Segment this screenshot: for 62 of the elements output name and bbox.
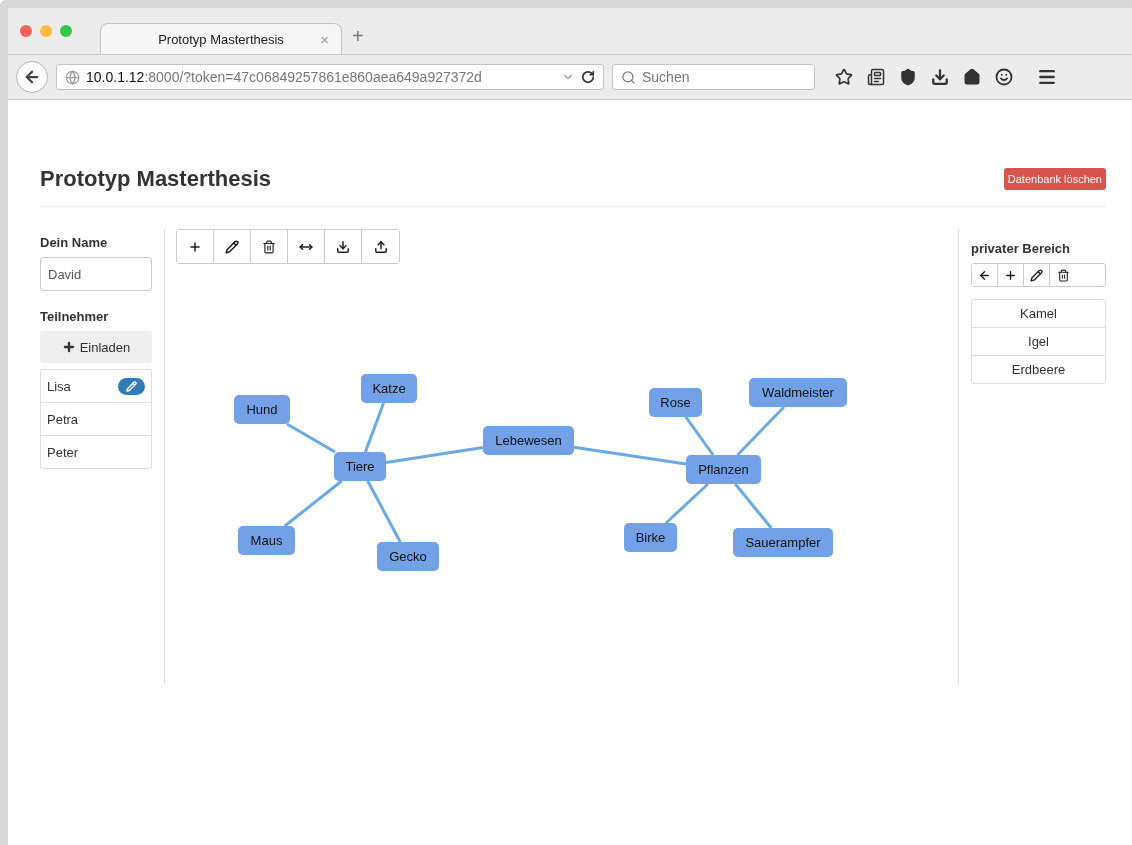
toolbar-button[interactable]: [972, 264, 998, 286]
graph-node[interactable]: Maus: [238, 526, 295, 555]
graph-node[interactable]: Pflanzen: [686, 455, 761, 484]
edge-line: [734, 483, 773, 529]
participant-row[interactable]: Peter: [41, 436, 151, 468]
edge-line: [366, 480, 402, 543]
smiley-icon[interactable]: [995, 68, 1013, 86]
pencil-icon: [225, 239, 239, 254]
delete-database-button[interactable]: Datenbank löschen: [1003, 168, 1106, 190]
participant-row[interactable]: Petra: [41, 403, 151, 436]
reader-icon[interactable]: [867, 68, 885, 86]
participant-row[interactable]: Lisa: [41, 370, 151, 403]
graph-node[interactable]: Rose: [649, 388, 702, 417]
upload-icon: [373, 239, 388, 254]
private-area-title: privater Bereich: [971, 241, 1071, 256]
toolbar-button[interactable]: [177, 230, 214, 263]
graph-node[interactable]: Lebewesen: [483, 426, 574, 455]
private-item[interactable]: Kamel: [972, 300, 1105, 328]
download-icon: [336, 239, 350, 254]
edit-badge[interactable]: [118, 377, 145, 395]
graph-node[interactable]: Hund: [234, 395, 290, 424]
participant-name[interactable]: Lisa: [47, 378, 71, 394]
edge-line: [283, 479, 343, 528]
trash-icon: [1056, 268, 1070, 282]
search-field[interactable]: Suchen: [612, 64, 815, 90]
participant-name[interactable]: Petra: [47, 411, 79, 427]
edge-line: [665, 482, 709, 525]
graph-node[interactable]: Sauerampfer: [733, 528, 833, 557]
reload-icon[interactable]: [581, 70, 595, 84]
edge-line: [286, 422, 336, 454]
plus-icon: [188, 239, 202, 254]
name-label: Dein Name: [40, 235, 109, 250]
private-item[interactable]: Igel: [972, 328, 1105, 356]
page-title: Prototyp Masterthesis: [40, 166, 272, 192]
arrow-left-icon: [978, 268, 991, 282]
invite-button[interactable]: Einladen: [40, 331, 152, 363]
graph-node[interactable]: Katze: [361, 374, 417, 403]
new-tab-button[interactable]: +: [352, 24, 364, 48]
globe-icon: [65, 69, 80, 85]
address-field[interactable]: 10.0.1.12:8000/?token=47c06849257861e860aea649a927372d: [56, 64, 604, 90]
search-icon: [621, 69, 636, 85]
trash-icon: [262, 239, 276, 254]
participants-label: Teilnehmer: [40, 309, 110, 324]
graph-node[interactable]: Birke: [624, 523, 677, 552]
pencil-icon: [1030, 268, 1043, 282]
close-window-button[interactable]: [20, 25, 32, 37]
home-icon[interactable]: [963, 68, 981, 86]
browser-tab[interactable]: Prototyp Masterthesis ×: [100, 23, 342, 54]
plus-icon: [1004, 268, 1017, 282]
graph-node[interactable]: Gecko: [377, 542, 439, 571]
download-icon[interactable]: [931, 68, 949, 86]
edge-line: [736, 405, 786, 457]
participant-name[interactable]: Peter: [47, 444, 79, 460]
graph-node[interactable]: Waldmeister: [749, 378, 847, 407]
star-icon[interactable]: [835, 68, 853, 86]
plus-icon: [61, 340, 76, 354]
shield-icon[interactable]: [899, 68, 917, 86]
private-item[interactable]: Erdbeere: [972, 356, 1105, 383]
menu-icon[interactable]: [1037, 67, 1057, 87]
graph-node[interactable]: Tiere: [334, 452, 386, 481]
name-field[interactable]: David: [40, 257, 152, 291]
back-button[interactable]: [16, 61, 48, 93]
